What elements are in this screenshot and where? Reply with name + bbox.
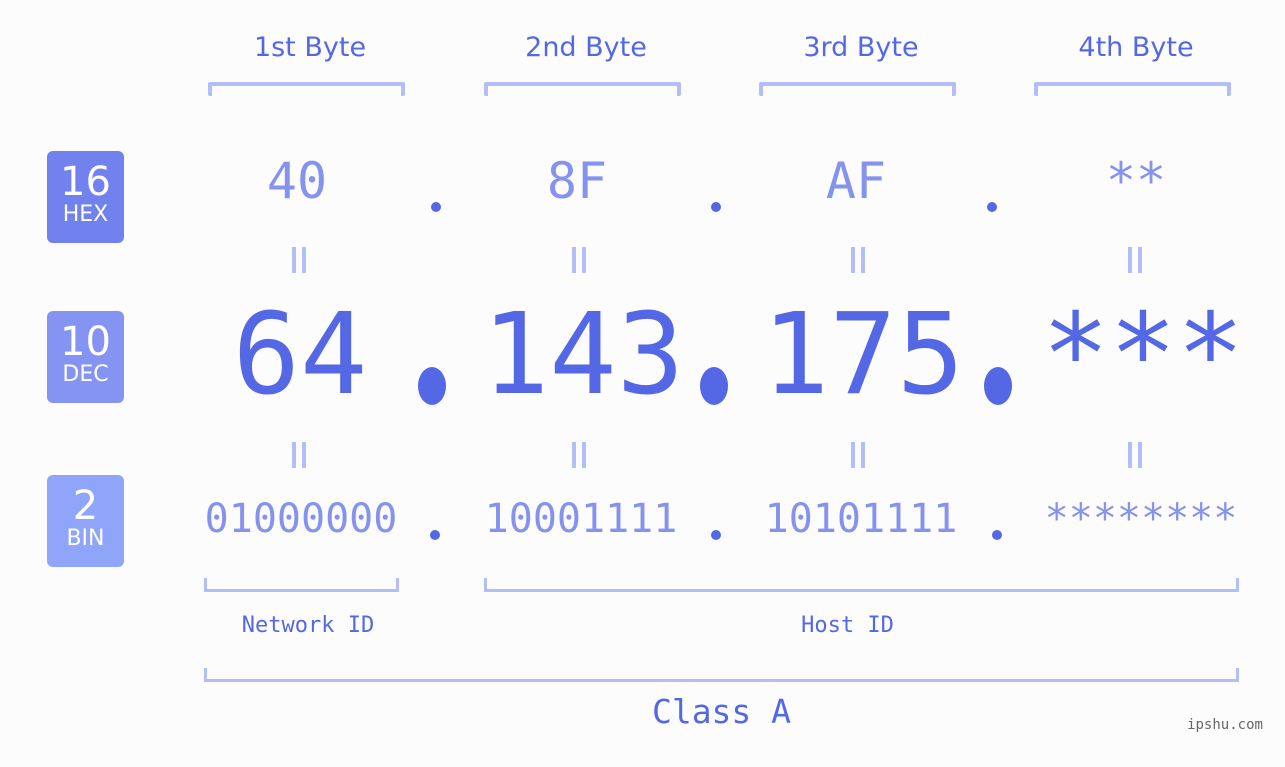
hex-byte-2: 8F <box>546 152 608 210</box>
watermark: ipshu.com <box>1187 717 1263 733</box>
hex-base-number: 16 <box>60 159 111 205</box>
dec-separator-dot <box>700 367 728 405</box>
hex-byte-3: AF <box>825 152 887 210</box>
equals-icon <box>569 442 589 468</box>
bin-byte-4: ******** <box>1044 496 1238 542</box>
hex-separator-dot <box>711 202 721 212</box>
byte-title-3: 3rd Byte <box>803 32 919 63</box>
byte-bracket-2 <box>484 82 681 96</box>
dec-separator-dot <box>418 367 446 405</box>
dec-separator-dot <box>984 367 1012 405</box>
host-id-bracket <box>484 578 1239 592</box>
byte-bracket-4 <box>1034 82 1231 96</box>
byte-title-1: 1st Byte <box>253 32 367 63</box>
bin-byte-1: 01000000 <box>204 496 398 542</box>
equals-icon <box>1125 442 1145 468</box>
hex-byte-4: ** <box>1105 152 1167 210</box>
dec-byte-3: 175 <box>761 290 965 420</box>
bin-base-label: BIN <box>66 526 105 551</box>
equals-icon <box>289 442 309 468</box>
byte-bracket-1 <box>208 82 405 96</box>
bin-separator-dot <box>430 530 440 540</box>
byte-title-4: 4th Byte <box>1078 32 1194 63</box>
bin-base-number: 2 <box>72 483 99 529</box>
equals-icon <box>848 442 868 468</box>
bin-separator-dot <box>711 530 721 540</box>
host-id-label: Host ID <box>801 613 894 638</box>
dec-byte-2: 143 <box>481 290 685 420</box>
hex-base-label: HEX <box>62 202 109 227</box>
bin-separator-dot <box>992 530 1002 540</box>
dec-badge: 10 DEC <box>47 311 124 403</box>
bin-badge: 2 BIN <box>47 475 124 567</box>
byte-bracket-3 <box>759 82 956 96</box>
dec-byte-1: 64 <box>232 290 368 420</box>
network-id-label: Network ID <box>241 613 375 638</box>
bin-byte-3: 10101111 <box>764 496 958 542</box>
dec-base-label: DEC <box>62 362 109 387</box>
hex-badge: 16 HEX <box>47 151 124 243</box>
class-bracket <box>204 668 1239 682</box>
equals-icon <box>289 247 309 273</box>
equals-icon <box>848 247 868 273</box>
bin-byte-2: 10001111 <box>484 496 678 542</box>
dec-base-number: 10 <box>60 319 111 365</box>
hex-separator-dot <box>987 202 997 212</box>
equals-icon <box>1125 247 1145 273</box>
byte-title-2: 2nd Byte <box>525 32 647 63</box>
network-id-bracket <box>204 578 399 592</box>
equals-icon <box>569 247 589 273</box>
dec-byte-4: *** <box>1041 290 1245 420</box>
hex-byte-1: 40 <box>266 152 328 210</box>
hex-separator-dot <box>431 202 441 212</box>
class-label: Class A <box>651 692 792 731</box>
